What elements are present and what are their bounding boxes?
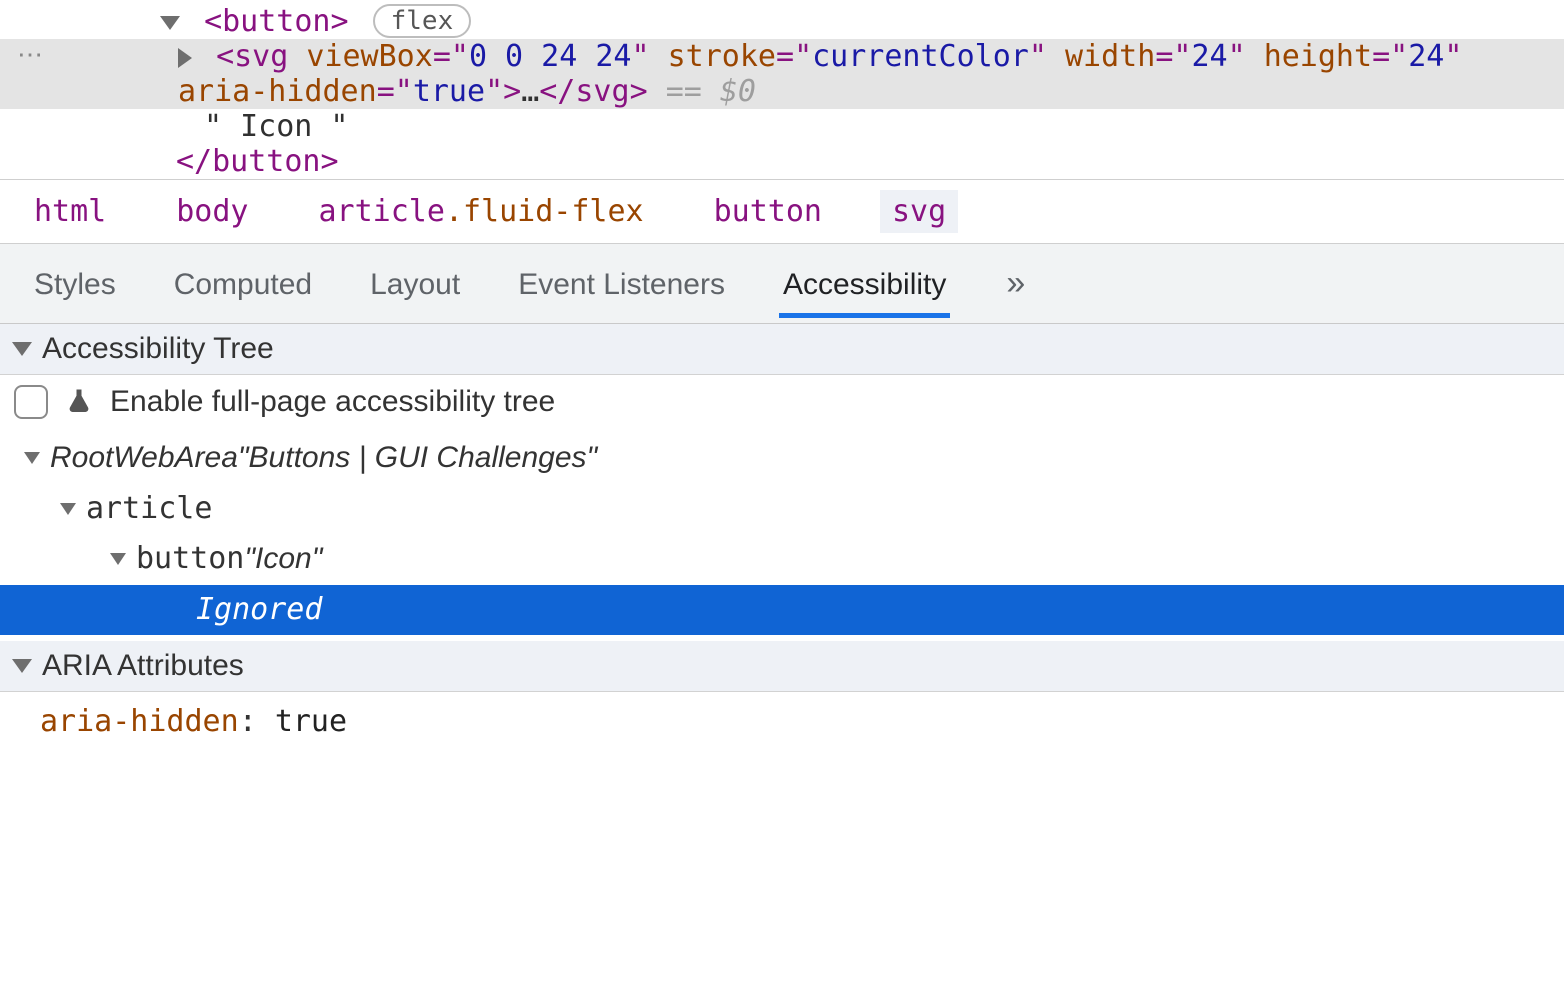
attr-value: currentColor (812, 39, 1029, 74)
breadcrumb: html body article.fluid-flex button svg (0, 179, 1564, 244)
tag-name: button (222, 4, 330, 39)
breadcrumb-item-html[interactable]: html (22, 190, 118, 233)
dom-text-node[interactable]: " Icon " (0, 109, 1564, 144)
collapse-toggle-icon[interactable] (12, 659, 32, 673)
sidebar-tabstrip: Styles Computed Layout Event Listeners Acces… (0, 244, 1564, 324)
section-title: Accessibility Tree (42, 332, 274, 366)
section-header-accessibility-tree[interactable]: Accessibility Tree (0, 324, 1564, 375)
dom-node-button-close[interactable]: </button> (0, 144, 1564, 179)
chevron-down-icon[interactable] (24, 452, 40, 464)
tab-layout[interactable]: Layout (366, 250, 464, 318)
aria-attr-value: true (275, 704, 347, 739)
breadcrumb-item-body[interactable]: body (164, 190, 260, 233)
a11y-tree-node[interactable]: RootWebArea "Buttons | GUI Challenges" (0, 433, 1564, 484)
collapse-toggle-icon[interactable] (12, 342, 32, 356)
gutter-ellipsis[interactable]: ⋯ (0, 39, 60, 70)
section-title: ARIA Attributes (42, 649, 244, 683)
a11y-tree-node[interactable]: Ignored (0, 585, 1564, 636)
dom-tree-panel: <button> flex ⋯ <svg viewBox="0 0 24 24"… (0, 0, 1564, 179)
attr-name: aria-hidden (178, 74, 377, 109)
section-header-aria-attributes[interactable]: ARIA Attributes (0, 641, 1564, 692)
dom-node-svg[interactable]: ⋯ <svg viewBox="0 0 24 24" stroke="curre… (0, 39, 1564, 109)
breadcrumb-item-article[interactable]: article.fluid-flex (307, 190, 656, 233)
tab-accessibility[interactable]: Accessibility (779, 250, 950, 318)
dom-node-button[interactable]: <button> flex (0, 4, 1564, 39)
breadcrumb-item-button[interactable]: button (702, 190, 834, 233)
chevron-down-icon[interactable] (60, 503, 76, 515)
console-ref-hint: == $0 (666, 74, 756, 109)
attr-value: 24 (1191, 39, 1227, 74)
enable-full-page-tree-checkbox[interactable] (14, 385, 48, 419)
accessibility-tree: RootWebArea "Buttons | GUI Challenges"ar… (0, 429, 1564, 641)
tab-styles[interactable]: Styles (30, 250, 120, 318)
attr-name: viewBox (306, 39, 432, 74)
enable-full-page-tree-row: Enable full-page accessibility tree (0, 375, 1564, 429)
expand-toggle-icon[interactable] (178, 48, 192, 68)
attr-value: true (413, 74, 485, 109)
accessibility-panel: Accessibility Tree Enable full-page acce… (0, 324, 1564, 759)
a11y-tree-node[interactable]: article (0, 484, 1564, 535)
layout-badge-flex[interactable]: flex (373, 4, 472, 38)
aria-attr-name: aria-hidden (40, 704, 239, 739)
experiment-flask-icon (62, 385, 96, 419)
breadcrumb-item-svg[interactable]: svg (880, 190, 958, 233)
expand-toggle-icon[interactable] (160, 16, 180, 30)
tabs-overflow-button[interactable]: » (1006, 264, 1035, 303)
a11y-tree-node[interactable]: button "Icon" (0, 534, 1564, 585)
attr-value: 0 0 24 24 (469, 39, 632, 74)
tag-name: svg (234, 39, 288, 74)
chevron-down-icon[interactable] (110, 553, 126, 565)
enable-full-page-tree-label: Enable full-page accessibility tree (110, 385, 555, 419)
attr-name: height (1264, 39, 1372, 74)
attr-name: stroke (668, 39, 776, 74)
aria-attribute-row: aria-hidden: true (0, 692, 1564, 759)
tab-event-listeners[interactable]: Event Listeners (514, 250, 729, 318)
attr-name: width (1065, 39, 1155, 74)
attr-value: 24 (1408, 39, 1444, 74)
tab-computed[interactable]: Computed (170, 250, 316, 318)
